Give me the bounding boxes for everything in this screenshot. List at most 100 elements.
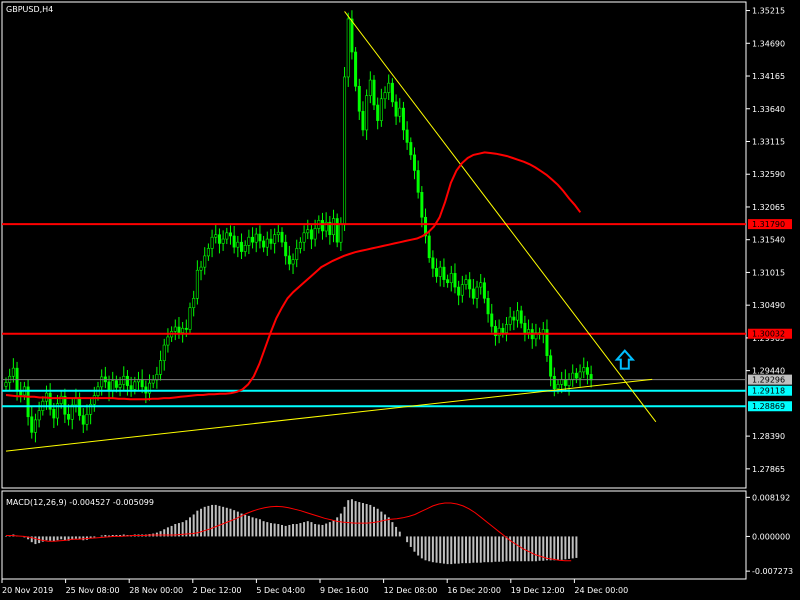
current-price-label: 1.29296 xyxy=(752,376,785,385)
candle-body xyxy=(306,229,310,234)
candle-body xyxy=(479,282,483,288)
candle-body xyxy=(354,51,358,87)
candle-body xyxy=(85,413,89,425)
candle-body xyxy=(501,327,505,333)
candle-body xyxy=(431,257,435,269)
y-tick-label: 1.34690 xyxy=(752,39,785,48)
candle-body xyxy=(118,384,122,388)
candle-body xyxy=(210,236,214,249)
candle-body xyxy=(585,367,589,375)
macd-tick-label: -0.007273 xyxy=(752,567,793,576)
candle-body xyxy=(471,288,475,299)
candle-body xyxy=(232,235,236,248)
candle-body xyxy=(556,384,560,390)
y-tick-label: 1.34165 xyxy=(752,72,785,81)
support-price-label: 1.29118 xyxy=(752,387,785,396)
x-tick-label: 2 Dec 12:00 xyxy=(193,586,242,595)
candle-body xyxy=(475,286,479,299)
candle-body xyxy=(133,381,137,390)
y-tick-label: 1.32065 xyxy=(752,203,785,212)
candle-body xyxy=(519,310,523,324)
candle-body xyxy=(346,18,350,78)
candle-body xyxy=(67,413,71,420)
candle-body xyxy=(276,231,280,236)
candle-body xyxy=(468,279,472,290)
y-tick-label: 1.32590 xyxy=(752,170,785,179)
candle-body xyxy=(151,379,155,384)
candle-body xyxy=(159,360,163,375)
candle-body xyxy=(273,234,277,244)
candle-body xyxy=(188,307,192,330)
chart-background xyxy=(0,0,800,600)
price-chart: GBPUSD,H4 1.35215 1.34690 1.34165 1.33640 1.… xyxy=(0,0,800,600)
candle-body xyxy=(464,279,468,285)
candle-body xyxy=(376,104,380,121)
candle-body xyxy=(343,76,347,226)
candle-body xyxy=(460,284,464,296)
candle-body xyxy=(30,416,34,433)
candle-body xyxy=(291,259,295,265)
candle-body xyxy=(398,107,402,117)
x-tick-label: 16 Dec 20:00 xyxy=(447,586,501,595)
y-tick-label: 1.30490 xyxy=(752,301,785,310)
candle-body xyxy=(490,313,494,327)
candle-body xyxy=(284,241,288,257)
candle-body xyxy=(33,419,37,433)
candle-body xyxy=(504,324,508,333)
candle-body xyxy=(387,82,391,93)
candle-body xyxy=(523,322,527,333)
candle-body xyxy=(92,395,96,405)
candle-body xyxy=(199,266,203,271)
candle-body xyxy=(298,241,302,249)
macd-label: MACD(12,26,9) -0.004527 -0.005099 xyxy=(6,498,154,507)
support-price-label: 1.28869 xyxy=(752,402,785,411)
candle-body xyxy=(567,379,571,386)
candle-body xyxy=(192,298,196,308)
y-tick-label: 1.31015 xyxy=(752,268,785,277)
candle-body xyxy=(486,298,490,315)
candle-body xyxy=(114,380,118,388)
candle-body xyxy=(383,92,387,100)
candle-body xyxy=(401,107,405,131)
candle-body xyxy=(287,255,291,265)
candle-body xyxy=(516,310,520,321)
candle-body xyxy=(563,379,567,386)
y-tick-label: 1.33115 xyxy=(752,137,785,146)
candle-body xyxy=(390,82,394,103)
candle-body xyxy=(427,235,431,259)
candle-body xyxy=(357,86,361,112)
candle-body xyxy=(309,229,313,240)
candle-body xyxy=(181,327,185,333)
candle-body xyxy=(332,218,336,236)
x-tick-label: 5 Dec 04:00 xyxy=(256,586,305,595)
candle-body xyxy=(350,18,354,53)
candle-body xyxy=(240,241,244,252)
y-tick-label: 1.31540 xyxy=(752,236,785,245)
candle-body xyxy=(265,238,269,248)
candle-body xyxy=(37,410,41,421)
y-tick-label: 1.27865 xyxy=(752,465,785,474)
candle-body xyxy=(280,231,284,243)
candle-body xyxy=(578,371,582,379)
candle-body xyxy=(140,379,144,388)
candle-body xyxy=(457,286,461,296)
resistance-price-label: 1.30032 xyxy=(752,330,785,339)
candle-body xyxy=(217,234,221,244)
candle-body xyxy=(258,233,262,242)
candle-body xyxy=(508,316,512,325)
candle-body xyxy=(184,327,188,330)
x-tick-label: 12 Dec 08:00 xyxy=(384,586,438,595)
candle-body xyxy=(405,129,409,143)
candle-body xyxy=(449,273,453,284)
candle-body xyxy=(52,409,56,419)
candle-body xyxy=(379,98,383,121)
candle-body xyxy=(177,326,181,333)
x-tick-label: 28 Nov 00:00 xyxy=(129,586,183,595)
candle-body xyxy=(552,375,556,390)
x-tick-label: 25 Nov 08:00 xyxy=(66,586,120,595)
candle-body xyxy=(195,269,199,299)
candle-body xyxy=(571,372,575,380)
candle-body xyxy=(482,282,486,299)
candle-body xyxy=(122,375,126,385)
macd-tick-label: 0.000000 xyxy=(752,532,790,541)
